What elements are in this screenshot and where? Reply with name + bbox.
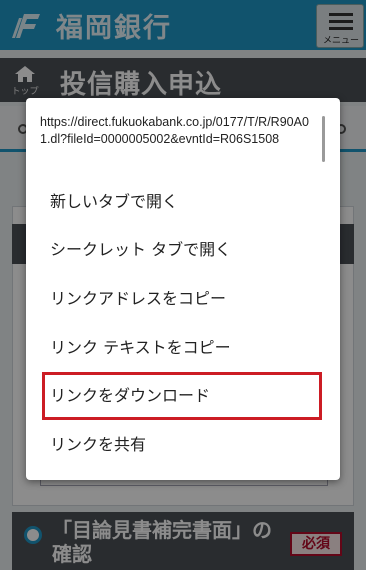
menu-item-open-incognito[interactable]: シークレット タブで開く: [26, 226, 340, 274]
menu-item-share-link[interactable]: リンクを共有: [26, 421, 340, 469]
download-highlight-box: [42, 372, 322, 420]
menu-item-copy-link-text[interactable]: リンク テキストをコピー: [26, 324, 340, 372]
menu-scrollbar[interactable]: [322, 116, 325, 162]
link-url: https://direct.fukuokabank.co.jp/0177/T/…: [40, 115, 309, 146]
menu-item-open-new-tab[interactable]: 新しいタブで開く: [26, 178, 340, 226]
link-context-menu: https://direct.fukuokabank.co.jp/0177/T/…: [26, 98, 340, 480]
menu-item-copy-link-address[interactable]: リンクアドレスをコピー: [26, 275, 340, 323]
